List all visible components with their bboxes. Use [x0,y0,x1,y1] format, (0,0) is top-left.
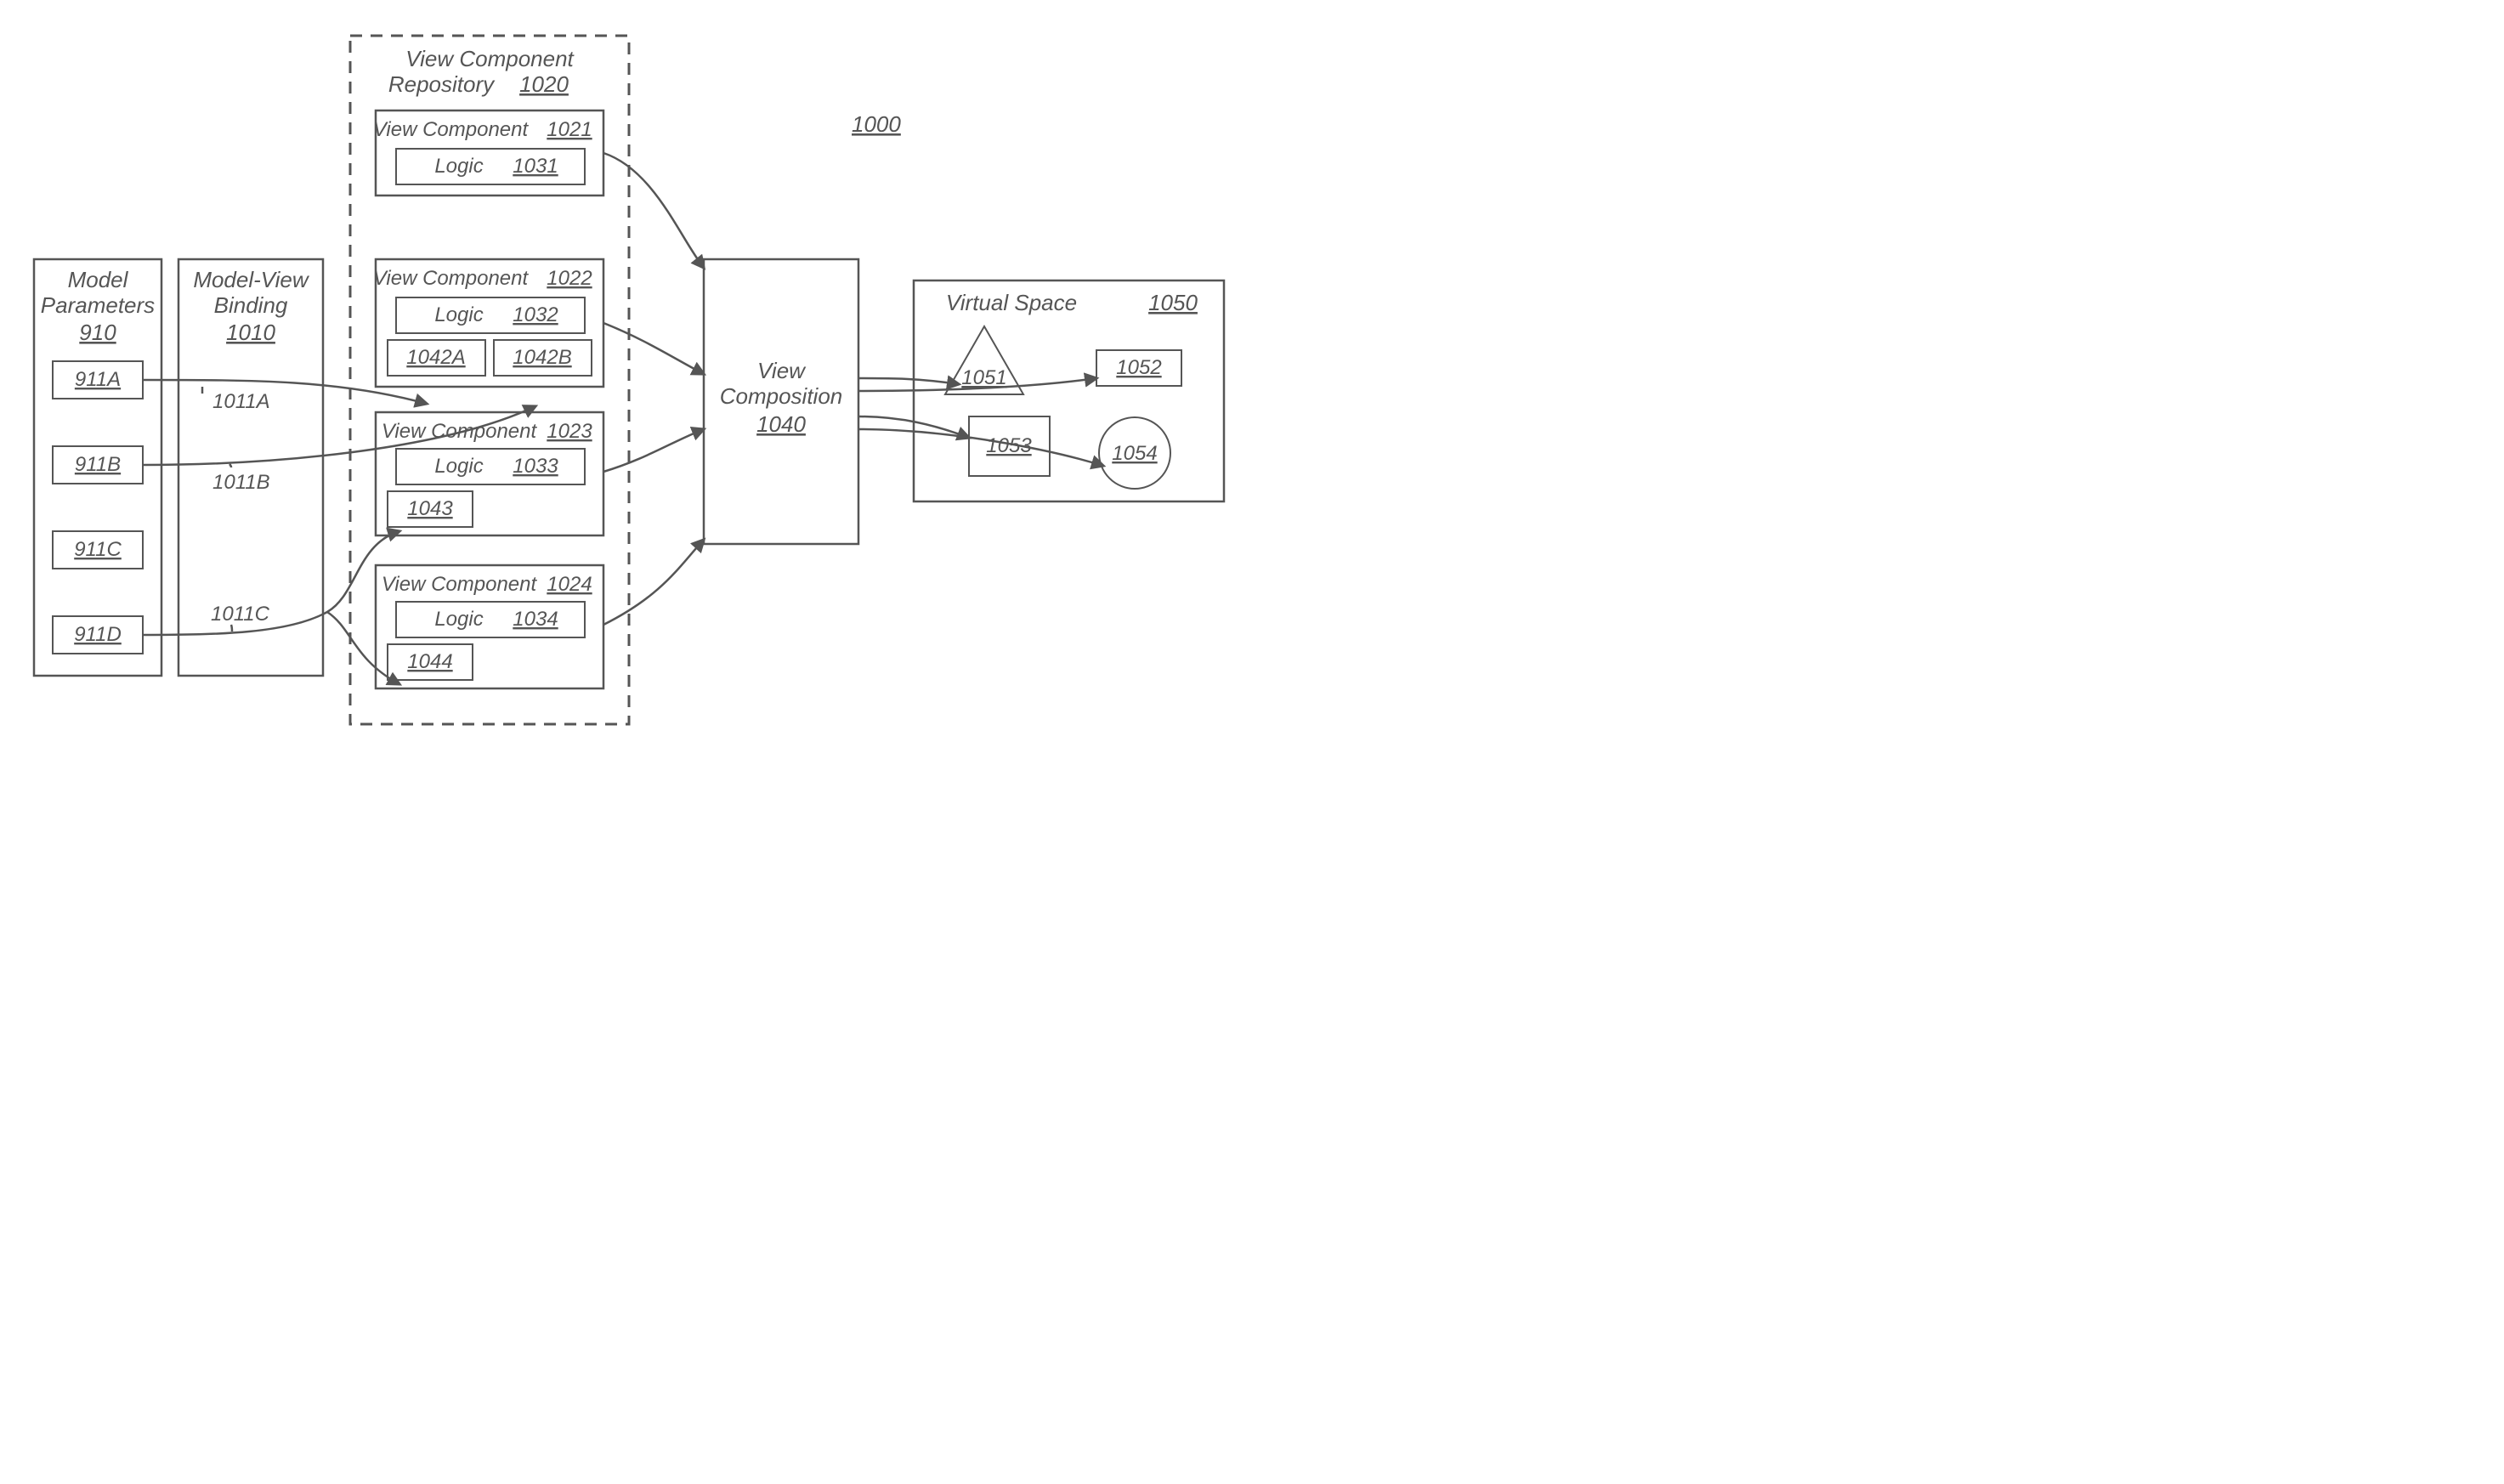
vc-ref: 1040 [756,411,806,437]
svg-text:1024: 1024 [547,573,592,596]
comp1021-to-vc [603,153,704,268]
mp-subtitle: Parameters [41,292,155,318]
svg-text:1054: 1054 [1112,442,1157,465]
binding-1011A [143,380,427,404]
binding-1011C-to-1044 [327,612,399,684]
binding-1011C-leader [231,625,232,632]
repo-title: View Component [405,46,575,71]
mp-ref: 910 [79,320,116,345]
view-component-1021: View Component 1021 Logic 1031 [373,110,603,195]
svg-text:911D: 911D [74,623,122,646]
repo-ref: 1020 [519,71,569,97]
mp-title: Model [68,267,129,292]
mp-item-911C: 911C [53,531,143,569]
binding-1011B-label: 1011B [212,471,270,494]
mp-item-911A: 911A [53,361,143,399]
svg-text:View Component: View Component [382,420,538,443]
binding-1011B-leader [229,464,231,467]
svg-text:1033: 1033 [513,455,558,478]
svg-text:1031: 1031 [513,155,558,178]
svg-text:1022: 1022 [547,267,592,290]
svg-text:1044: 1044 [407,650,452,673]
svg-text:View Component: View Component [373,267,530,290]
vc-subtitle: Composition [720,383,843,409]
binding-1011C-to-1043 [143,531,399,635]
svg-text:1021: 1021 [547,118,592,141]
svg-text:1042A: 1042A [406,346,465,369]
mp-item-911D: 911D [53,616,143,654]
mp-item-911B: 911B [53,446,143,484]
svg-text:View Component: View Component [382,573,538,596]
figure-id: 1000 [852,111,901,137]
svg-text:911A: 911A [75,368,121,391]
model-parameters: Model Parameters 910 911A 911B 911C 911D [34,259,161,676]
svg-text:1034: 1034 [513,608,558,631]
view-component-1022: View Component 1022 Logic 1032 1042A 104… [373,259,603,387]
view-component-1024: View Component 1024 Logic 1034 1044 [376,565,603,688]
vs-title: Virtual Space [946,290,1077,315]
repo-subtitle: Repository [388,71,496,97]
svg-text:Logic: Logic [434,155,483,178]
circle-shape-1054: 1054 [1099,417,1170,489]
view-composition: View Composition 1040 [704,259,858,544]
svg-text:Logic: Logic [434,303,483,326]
svg-text:1051: 1051 [961,366,1006,389]
view-component-1023: View Component 1023 Logic 1033 1043 [376,412,603,535]
rect-shape-1052: 1052 [1096,350,1181,386]
view-component-repository: View Component Repository 1020 View Comp… [350,36,629,724]
vc-title: View [757,358,807,383]
tall-rect-shape-1053: 1053 [969,416,1050,476]
comp1023-to-vc [603,429,704,472]
virtual-space: Virtual Space 1050 1051 1052 1053 1054 [914,280,1224,501]
svg-text:View Component: View Component [373,118,530,141]
svg-text:1052: 1052 [1116,356,1161,379]
svg-text:1043: 1043 [407,497,453,520]
comp1024-to-vc [603,540,704,625]
svg-text:Logic: Logic [434,455,483,478]
diagram-canvas: 1000 Model Parameters 910 911A 911B 911C… [0,0,1252,742]
binding-1011A-label: 1011A [212,390,270,413]
svg-text:911C: 911C [74,538,122,561]
svg-text:1042B: 1042B [513,346,571,369]
vs-ref: 1050 [1148,290,1198,315]
mvb-subtitle: Binding [214,292,288,318]
comp1022-to-vc [603,323,704,374]
vc-to-1054 [858,429,1103,466]
mvb-ref: 1010 [226,320,275,345]
svg-text:911B: 911B [75,453,121,476]
binding-1011C-label: 1011C [211,603,270,626]
svg-text:Logic: Logic [434,608,483,631]
svg-text:1023: 1023 [547,420,592,443]
svg-text:1032: 1032 [513,303,558,326]
mvb-title: Model-View [193,267,310,292]
vc-to-1051 [858,378,959,384]
